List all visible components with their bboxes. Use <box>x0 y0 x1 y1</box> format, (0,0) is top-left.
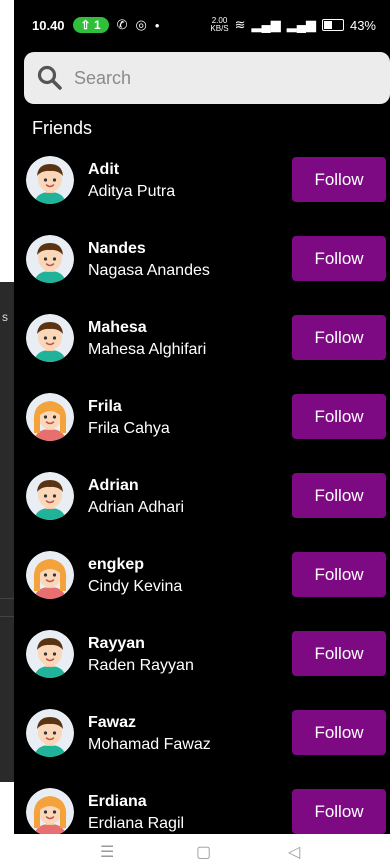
friend-full-name: Mohamad Fawaz <box>88 736 211 753</box>
friend-full-name: Aditya Putra <box>88 183 176 200</box>
friend-row: engkep Cindy Kevina Follow <box>14 545 390 624</box>
follow-button[interactable]: Follow <box>292 710 386 755</box>
friend-full-name: Frila Cahya <box>88 420 170 437</box>
battery-icon <box>321 19 344 31</box>
home-square-icon[interactable]: ▢ <box>196 842 211 862</box>
follow-button[interactable]: Follow <box>292 552 386 597</box>
notification-badge: ⇧ 1 <box>72 17 109 33</box>
friend-full-name: Adrian Adhari <box>88 499 185 516</box>
friend-username: Frila <box>88 398 122 415</box>
status-bar: 10.40 ⇧ 1 ✆ ◎ • 2.00 KB/S ≋ ▂▄▆ ▂▄▆ 43% <box>14 10 390 40</box>
friend-username: Rayyan <box>88 635 145 652</box>
background-app-glyph: s <box>2 310 8 324</box>
boy-avatar-icon <box>26 235 74 283</box>
whatsapp-icon: ✆ <box>116 17 128 32</box>
friend-row: Adit Aditya Putra Follow <box>14 150 390 229</box>
friend-username: Adit <box>88 161 120 178</box>
menu-icon[interactable]: ☰ <box>100 842 114 862</box>
boy-avatar-icon <box>26 472 74 520</box>
friend-row: Mahesa Mahesa Alghifari Follow <box>14 308 390 387</box>
friend-username: Adrian <box>88 477 139 494</box>
follow-button[interactable]: Follow <box>292 473 386 518</box>
follow-button[interactable]: Follow <box>292 157 386 202</box>
friend-full-name: Erdiana Ragil <box>88 815 185 832</box>
friend-username: Nandes <box>88 240 146 257</box>
friend-row: Frila Frila Cahya Follow <box>14 387 390 466</box>
network-speed: 2.00 KB/S <box>210 16 229 33</box>
battery-percent: 43% <box>349 17 376 33</box>
friends-heading: Friends <box>32 118 93 138</box>
friend-full-name: Raden Rayyan <box>88 657 194 674</box>
follow-button[interactable]: Follow <box>292 315 386 360</box>
search-input[interactable] <box>72 66 356 90</box>
friend-username: Mahesa <box>88 319 147 336</box>
boy-avatar-icon <box>26 156 74 204</box>
girl-avatar-icon <box>26 551 74 599</box>
search-icon <box>37 65 62 90</box>
friend-full-name: Nagasa Anandes <box>88 262 210 279</box>
dot-icon: • <box>154 17 160 33</box>
friend-row: Fawaz Mohamad Fawaz Follow <box>14 703 390 782</box>
wifi-icon: ≋ <box>234 17 246 32</box>
status-time: 10.40 <box>32 17 65 33</box>
follow-button[interactable]: Follow <box>292 394 386 439</box>
back-triangle-icon[interactable]: ◁ <box>288 842 300 862</box>
follow-button[interactable]: Follow <box>292 631 386 676</box>
navigation-bar: ☰ ▢ ◁ <box>0 834 392 865</box>
signal-icon: ▂▄▆ <box>286 17 316 32</box>
friend-row: Erdiana Erdiana Ragil Follow <box>14 782 390 834</box>
friend-username: Erdiana <box>88 793 147 810</box>
signal-icon: ▂▄▆ <box>251 17 281 32</box>
instagram-icon: ◎ <box>135 17 147 32</box>
friend-row: Adrian Adrian Adhari Follow <box>14 466 390 545</box>
friend-row: Rayyan Raden Rayyan Follow <box>14 624 390 703</box>
friend-full-name: Mahesa Alghifari <box>88 341 207 358</box>
boy-avatar-icon <box>26 630 74 678</box>
background-divider <box>0 598 14 599</box>
friend-username: Fawaz <box>88 714 137 731</box>
follow-button[interactable]: Follow <box>292 789 386 834</box>
background-app-edge: s <box>0 282 14 782</box>
boy-avatar-icon <box>26 314 74 362</box>
friend-full-name: Cindy Kevina <box>88 578 183 595</box>
friend-username: engkep <box>88 556 145 573</box>
girl-avatar-icon <box>26 393 74 441</box>
background-divider <box>0 616 14 617</box>
boy-avatar-icon <box>26 709 74 757</box>
search-bar[interactable] <box>24 52 390 104</box>
phone-screen: 10.40 ⇧ 1 ✆ ◎ • 2.00 KB/S ≋ ▂▄▆ ▂▄▆ 43% … <box>14 0 390 834</box>
friend-row: Nandes Nagasa Anandes Follow <box>14 229 390 308</box>
follow-button[interactable]: Follow <box>292 236 386 281</box>
girl-avatar-icon <box>26 788 74 834</box>
